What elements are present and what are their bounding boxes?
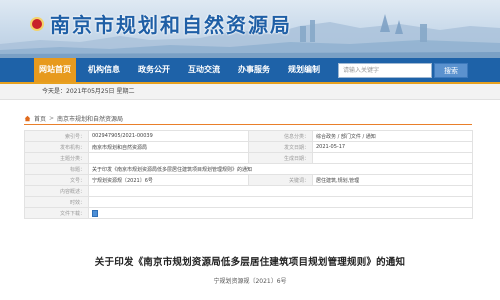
issue-date-label: 发文日期： [248,141,313,153]
breadcrumb-divider [24,124,472,125]
summary-value [88,185,473,197]
site-logo[interactable]: 南京市规划和自然资源局 [30,9,292,38]
table-row: 发布机构： 南京市规划和自然资源局 发文日期： 2021-05-17 [24,141,473,153]
keywords-value: 居住建筑,规划,管理 [312,174,473,186]
emblem-icon [30,16,44,31]
document-number: 宁规划资源规〔2021〕6号 [213,278,287,285]
date-text: 今天是：2021年05月25日 星期二 [42,88,135,95]
issue-date-value: 2021-05-17 [312,141,473,153]
category-label: 信息分类： [248,130,313,142]
page: 南京市规划和自然资源局 网站首页 机构信息 政务公开 互动交流 办事服务 规划编… [0,0,500,300]
main-nav: 网站首页 机构信息 政务公开 互动交流 办事服务 规划编制 请输入关键字 搜索 [0,58,500,84]
table-row: 主题分类： 生成日期： [24,152,473,164]
keywords-label: 关键词： [248,174,313,186]
index-number-label: 索引号： [24,130,89,142]
validity-label: 时效： [24,196,89,208]
nav-item-interaction[interactable]: 互动交流 [184,58,224,82]
table-row: 文号： 宁规划资源规〔2021〕6号 关键词： 居住建筑,规划,管理 [24,174,473,186]
header-banner: 南京市规划和自然资源局 [0,0,500,58]
search-button[interactable]: 搜索 [434,63,468,78]
search-input[interactable]: 请输入关键字 [338,63,432,78]
validity-value [88,196,473,208]
nav-item-planning[interactable]: 规划编制 [284,58,324,82]
document-title: 关于印发《南京市规划资源局低多层居住建筑项目规划管理规则》的通知 [94,257,406,268]
table-row: 索引号： 002947905/2021-00039 信息分类： 综合政务 / 部… [24,130,473,142]
download-cell [88,207,473,219]
table-row: 时效： [24,196,473,208]
topic-label: 主题分类： [24,152,89,164]
document-info-table: 索引号： 002947905/2021-00039 信息分类： 综合政务 / 部… [24,130,473,219]
breadcrumb: 首页 > 南京市规划和自然资源局 [24,114,123,123]
title-label: 标题： [24,163,89,175]
category-value: 综合政务 / 部门文件 / 通知 [312,130,473,142]
generated-date-label: 生成日期： [248,152,313,164]
table-row: 内容概述： [24,185,473,197]
nav-item-home[interactable]: 网站首页 [34,58,76,82]
generated-date-value [312,152,473,164]
breadcrumb-separator: > [49,115,55,122]
nav-item-services[interactable]: 办事服务 [234,58,274,82]
table-row: 文件下载： [24,207,473,219]
table-row: 标题： 关于印发《南京市规划资源局低多层居住建筑项目规划管理规则》的通知 [24,163,473,175]
title-value: 关于印发《南京市规划资源局低多层居住建筑项目规划管理规则》的通知 [88,163,473,175]
download-label: 文件下载： [24,207,89,219]
index-number-value: 002947905/2021-00039 [88,130,249,142]
file-download-icon[interactable] [92,209,98,217]
publisher-value: 南京市规划和自然资源局 [88,141,249,153]
doc-number-label: 文号： [24,174,89,186]
site-title: 南京市规划和自然资源局 [50,13,292,37]
publisher-label: 发布机构： [24,141,89,153]
nav-item-gov-affairs[interactable]: 政务公开 [134,58,174,82]
doc-number-value: 宁规划资源规〔2021〕6号 [88,174,249,186]
summary-label: 内容概述： [24,185,89,197]
topic-value [88,152,249,164]
home-icon [24,115,31,122]
breadcrumb-home-link[interactable]: 首页 [34,114,46,123]
date-bar: 今天是：2021年05月25日 星期二 [0,84,500,100]
nav-item-org-info[interactable]: 机构信息 [84,58,124,82]
breadcrumb-current-link[interactable]: 南京市规划和自然资源局 [57,114,123,123]
